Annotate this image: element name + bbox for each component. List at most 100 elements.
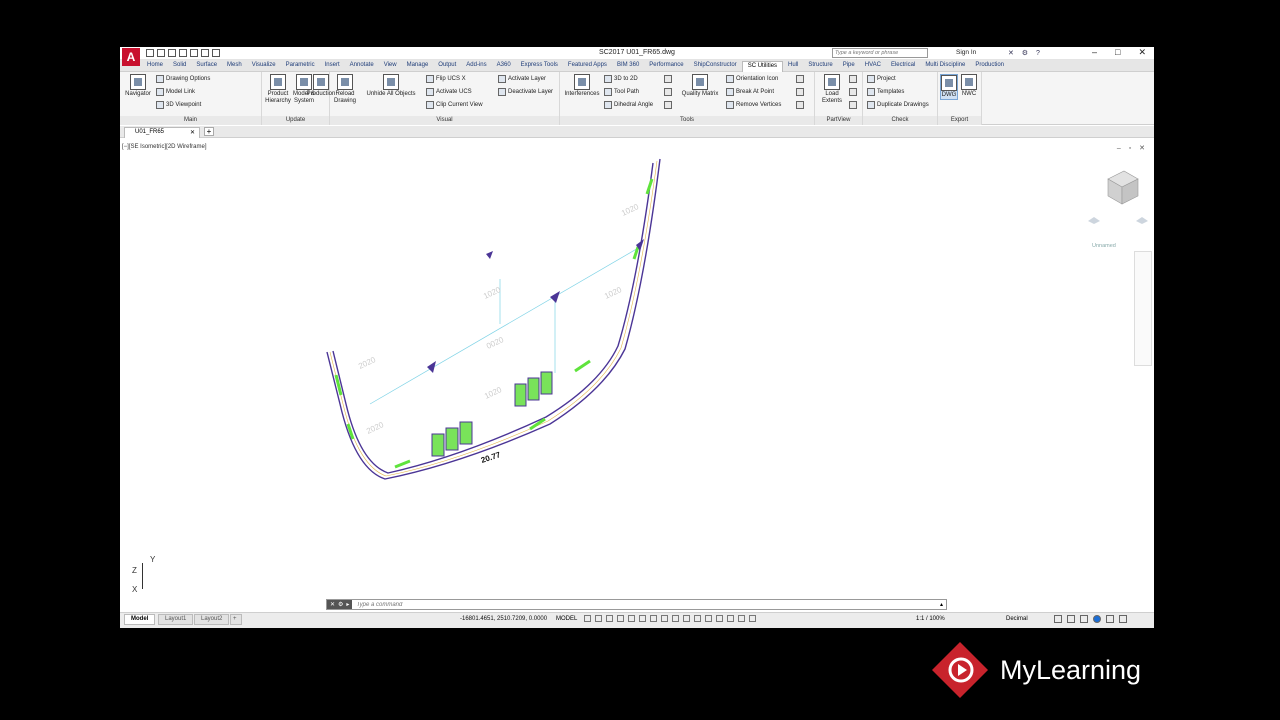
selection-filter-icon[interactable] <box>705 615 712 622</box>
autocad-logo[interactable]: A <box>122 48 140 66</box>
3d-to-2d-button[interactable]: 3D to 2D <box>604 75 638 83</box>
load-extents-button[interactable]: Load Extents <box>819 74 845 105</box>
reload-drawing-button[interactable]: Reload Drawing <box>332 74 358 105</box>
tab-visualize[interactable]: Visualize <box>247 61 281 72</box>
drawing-options-button[interactable]: Drawing Options <box>156 75 210 83</box>
search-input[interactable]: Type a keyword or phrase <box>832 48 928 58</box>
hardware-acceleration-icon[interactable] <box>1093 615 1101 623</box>
dynamic-ucs-icon[interactable] <box>694 615 701 622</box>
tab-performance[interactable]: Performance <box>644 61 688 72</box>
close-icon[interactable]: ✕ <box>1138 47 1146 58</box>
tab-a360[interactable]: A360 <box>492 61 516 72</box>
duplicate-drawings-button[interactable]: Duplicate Drawings <box>867 101 929 109</box>
tool-extra-icon-6[interactable] <box>796 101 804 109</box>
gizmo-icon[interactable] <box>716 615 723 622</box>
navigator-button[interactable]: Navigator <box>123 74 153 98</box>
partview-icon-3[interactable] <box>849 101 857 109</box>
minimize-icon[interactable]: – <box>1092 47 1097 58</box>
clean-screen-icon[interactable] <box>1106 615 1114 623</box>
tool-extra-icon-2[interactable] <box>664 88 672 96</box>
interferences-button[interactable]: Interferences <box>562 74 602 98</box>
ucs-name-dropdown[interactable]: Unnamed <box>1092 243 1116 249</box>
sign-in-button[interactable]: Sign In <box>956 49 976 56</box>
product-hierarchy-button[interactable]: Product Hierarchy <box>264 74 292 105</box>
tab-insert[interactable]: Insert <box>320 61 345 72</box>
tab-sc-utilities[interactable]: SC Utilities <box>741 61 784 72</box>
lock-ui-icon[interactable] <box>1067 615 1075 623</box>
tab-model[interactable]: Model <box>124 614 156 625</box>
tool-extra-icon-3[interactable] <box>664 101 672 109</box>
recent-commands-icon[interactable]: ▸ <box>346 601 349 608</box>
settings-icon[interactable]: ⚙ <box>338 601 343 608</box>
flip-ucs-button[interactable]: Flip UCS X <box>426 75 466 83</box>
command-expand-icon[interactable]: ▴ <box>940 601 946 608</box>
tab-production[interactable]: Production <box>970 61 1009 72</box>
isodraft-icon[interactable] <box>628 615 635 622</box>
customization-icon[interactable] <box>1119 615 1127 623</box>
viewcube[interactable] <box>1086 169 1150 239</box>
tab-output[interactable]: Output <box>433 61 461 72</box>
export-dwg-button[interactable]: DWG <box>940 74 958 100</box>
tab-view[interactable]: View <box>379 61 402 72</box>
unhide-all-button[interactable]: Unhide All Objects <box>363 74 419 98</box>
model-space-toggle[interactable]: MODEL <box>556 616 577 622</box>
quick-properties-icon[interactable] <box>1054 615 1062 623</box>
command-line[interactable]: ✕ ⚙ ▸ ▴ <box>326 599 947 610</box>
tool-path-button[interactable]: Tool Path <box>604 88 639 96</box>
tab-manage[interactable]: Manage <box>402 61 434 72</box>
polar-icon[interactable] <box>617 615 624 622</box>
annotation-scale-icon[interactable] <box>749 615 756 622</box>
partview-icon-1[interactable] <box>849 75 857 83</box>
tab-pipe[interactable]: Pipe <box>838 61 860 72</box>
model-link-button[interactable]: Model Link <box>156 88 195 96</box>
tab-surface[interactable]: Surface <box>191 61 222 72</box>
annotation-scale[interactable]: 1:1 / 100% <box>916 616 945 622</box>
activate-layer-button[interactable]: Activate Layer <box>498 75 546 83</box>
object-snap-icon[interactable] <box>639 615 646 622</box>
tab-layout1[interactable]: Layout1 <box>158 614 194 625</box>
orientation-icon-button[interactable]: Orientation Icon <box>726 75 778 83</box>
tool-extra-icon-5[interactable] <box>796 88 804 96</box>
selection-cycling-icon[interactable] <box>672 615 679 622</box>
close-command-icon[interactable]: ✕ <box>330 601 335 608</box>
tab-layout2[interactable]: Layout2 <box>194 614 230 625</box>
panel-title-visual[interactable]: Visual <box>330 116 559 125</box>
tab-solid[interactable]: Solid <box>168 61 191 72</box>
templates-button[interactable]: Templates <box>867 88 904 96</box>
tab-featured-apps[interactable]: Featured Apps <box>563 61 612 72</box>
navigation-bar[interactable] <box>1134 251 1152 366</box>
transparency-icon[interactable] <box>661 615 668 622</box>
tab-bim-360[interactable]: BIM 360 <box>612 61 644 72</box>
grid-icon[interactable] <box>584 615 591 622</box>
tab-annotate[interactable]: Annotate <box>345 61 379 72</box>
new-tab-button[interactable]: + <box>204 127 214 136</box>
activate-ucs-button[interactable]: Activate UCS <box>426 88 472 96</box>
tab-structure[interactable]: Structure <box>803 61 837 72</box>
snap-icon[interactable] <box>595 615 602 622</box>
annotation-visibility-icon[interactable] <box>727 615 734 622</box>
tab-multi-discipline[interactable]: Multi Discipline <box>920 61 970 72</box>
isolate-objects-icon[interactable] <box>1080 615 1088 623</box>
command-input[interactable] <box>352 601 940 608</box>
maximize-icon[interactable]: □ <box>1115 47 1120 58</box>
break-at-point-button[interactable]: Break At Point <box>726 88 774 96</box>
export-nwc-button[interactable]: NWC <box>960 74 978 98</box>
tool-extra-icon-1[interactable] <box>664 75 672 83</box>
file-tab[interactable]: U01_FR65 ✕ <box>124 127 200 138</box>
quality-matrix-button[interactable]: Quality Matrix <box>678 74 722 98</box>
tab-parametric[interactable]: Parametric <box>281 61 320 72</box>
clip-view-button[interactable]: Clip Current View <box>426 101 483 109</box>
remove-vertices-button[interactable]: Remove Vertices <box>726 101 781 109</box>
tab-shipconstructor[interactable]: ShipConstructor <box>689 61 742 72</box>
deactivate-layer-button[interactable]: Deactivate Layer <box>498 88 553 96</box>
partview-icon-2[interactable] <box>849 88 857 96</box>
ortho-icon[interactable] <box>606 615 613 622</box>
tool-extra-icon-4[interactable] <box>796 75 804 83</box>
close-tab-icon[interactable]: ✕ <box>190 129 195 136</box>
add-layout-button[interactable]: + <box>230 614 242 625</box>
project-button[interactable]: Project <box>867 75 896 83</box>
units-dropdown[interactable]: Decimal <box>1006 616 1028 622</box>
3d-osnap-icon[interactable] <box>683 615 690 622</box>
tab-mesh[interactable]: Mesh <box>222 61 247 72</box>
dihedral-angle-button[interactable]: Dihedral Angle <box>604 101 653 109</box>
